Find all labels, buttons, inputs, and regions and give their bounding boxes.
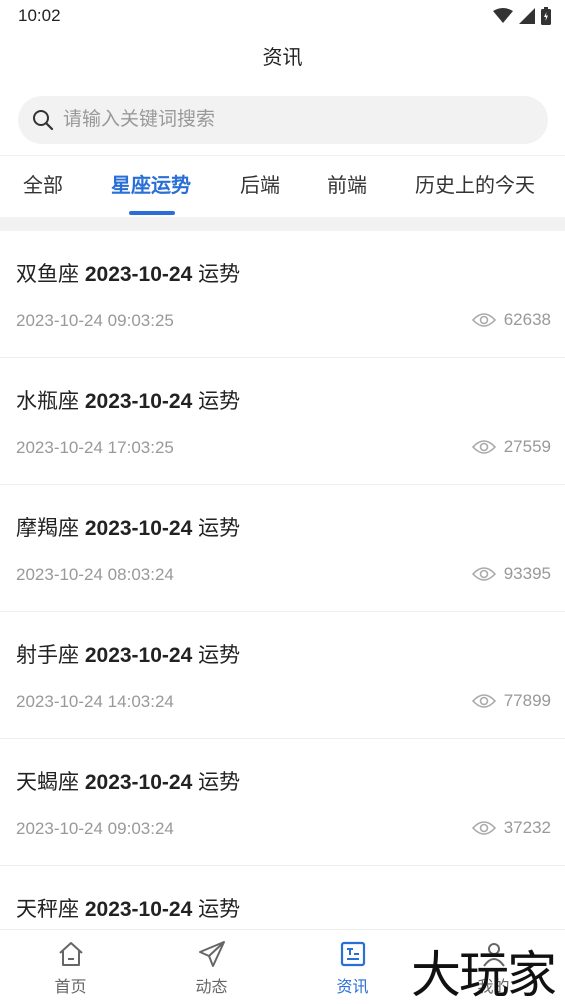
wifi-icon xyxy=(493,8,513,23)
view-count: 77899 xyxy=(503,691,551,710)
search-placeholder: 请输入关键词搜索 xyxy=(63,109,216,130)
item-suffix: 运势 xyxy=(198,517,241,540)
tab-all[interactable]: 全部 xyxy=(23,156,63,216)
item-date: 2023-10-24 xyxy=(84,517,193,540)
item-date: 2023-10-24 xyxy=(84,898,193,921)
item-suffix: 运势 xyxy=(198,263,241,286)
item-date: 2023-10-24 xyxy=(84,390,193,413)
item-timestamp: 2023-10-24 08:03:24 xyxy=(16,565,174,584)
tab-backend[interactable]: 后端 xyxy=(240,156,280,216)
category-tabs: 全部 星座运势 后端 前端 历史上的今天 xyxy=(0,155,565,217)
status-icons xyxy=(493,7,551,25)
view-count: 62638 xyxy=(503,310,551,329)
watermark: 大玩家 xyxy=(411,946,557,1004)
item-timestamp: 2023-10-24 17:03:25 xyxy=(16,438,174,457)
item-date: 2023-10-24 xyxy=(84,771,193,794)
nav-home-label: 首页 xyxy=(54,979,87,996)
eye-icon xyxy=(471,567,496,581)
news-icon xyxy=(340,941,366,967)
item-suffix: 运势 xyxy=(198,771,241,794)
item-timestamp: 2023-10-24 09:03:25 xyxy=(16,311,174,330)
view-count: 37232 xyxy=(503,818,551,837)
eye-icon xyxy=(471,313,496,327)
nav-news-label: 资讯 xyxy=(336,979,369,996)
paper-plane-icon xyxy=(199,941,225,967)
item-suffix: 运势 xyxy=(198,898,241,921)
item-views: 62638 xyxy=(471,310,551,330)
search-icon xyxy=(33,110,54,131)
tab-horoscope[interactable]: 星座运势 xyxy=(111,156,191,216)
active-tab-indicator xyxy=(129,211,175,215)
eye-icon xyxy=(471,694,496,708)
nav-feed[interactable]: 动态 xyxy=(141,930,282,1004)
nav-feed-label: 动态 xyxy=(195,979,228,996)
header: 资讯 xyxy=(0,38,565,78)
list-item[interactable]: 双鱼座 2023-10-24 运势 2023-10-24 09:03:25 62… xyxy=(0,231,565,358)
item-title: 天秤座 2023-10-24 运势 xyxy=(16,893,240,923)
item-suffix: 运势 xyxy=(198,644,241,667)
item-title: 水瓶座 2023-10-24 运势 xyxy=(16,385,240,415)
item-title: 双鱼座 2023-10-24 运势 xyxy=(16,258,240,288)
item-suffix: 运势 xyxy=(198,390,241,413)
list-item[interactable]: 水瓶座 2023-10-24 运势 2023-10-24 17:03:25 27… xyxy=(0,358,565,485)
item-sign: 天秤座 xyxy=(16,898,79,921)
page-title: 资讯 xyxy=(262,47,303,69)
item-title: 摩羯座 2023-10-24 运势 xyxy=(16,512,240,542)
tab-frontend[interactable]: 前端 xyxy=(327,156,367,216)
item-date: 2023-10-24 xyxy=(84,263,193,286)
item-sign: 双鱼座 xyxy=(16,263,79,286)
item-timestamp: 2023-10-24 09:03:24 xyxy=(16,819,174,838)
item-timestamp: 2023-10-24 14:03:24 xyxy=(16,692,174,711)
item-title: 天蝎座 2023-10-24 运势 xyxy=(16,766,240,796)
status-bar: 10:02 xyxy=(0,0,565,32)
item-views: 77899 xyxy=(471,691,551,711)
list-item[interactable]: 天秤座 2023-10-24 运势 xyxy=(0,866,565,929)
view-count: 27559 xyxy=(503,437,551,456)
list-item[interactable]: 射手座 2023-10-24 运势 2023-10-24 14:03:24 77… xyxy=(0,612,565,739)
search-input[interactable]: 请输入关键词搜索 xyxy=(18,96,548,144)
item-sign: 水瓶座 xyxy=(16,390,79,413)
signal-icon xyxy=(519,8,535,24)
home-icon xyxy=(59,942,83,966)
status-time: 10:02 xyxy=(18,6,61,25)
item-views: 27559 xyxy=(471,437,551,457)
item-views: 93395 xyxy=(471,564,551,584)
battery-icon xyxy=(541,7,551,25)
list-item[interactable]: 摩羯座 2023-10-24 运势 2023-10-24 08:03:24 93… xyxy=(0,485,565,612)
nav-home[interactable]: 首页 xyxy=(0,930,141,1004)
nav-news[interactable]: 资讯 xyxy=(282,930,423,1004)
section-divider xyxy=(0,217,565,231)
item-views: 37232 xyxy=(471,818,551,838)
news-list: 双鱼座 2023-10-24 运势 2023-10-24 09:03:25 62… xyxy=(0,231,565,929)
item-sign: 摩羯座 xyxy=(16,517,79,540)
eye-icon xyxy=(471,440,496,454)
tab-history-today[interactable]: 历史上的今天 xyxy=(415,156,535,216)
item-sign: 射手座 xyxy=(16,644,79,667)
view-count: 93395 xyxy=(503,564,551,583)
list-item[interactable]: 天蝎座 2023-10-24 运势 2023-10-24 09:03:24 37… xyxy=(0,739,565,866)
item-title: 射手座 2023-10-24 运势 xyxy=(16,639,240,669)
item-date: 2023-10-24 xyxy=(84,644,193,667)
eye-icon xyxy=(471,821,496,835)
item-sign: 天蝎座 xyxy=(16,771,79,794)
